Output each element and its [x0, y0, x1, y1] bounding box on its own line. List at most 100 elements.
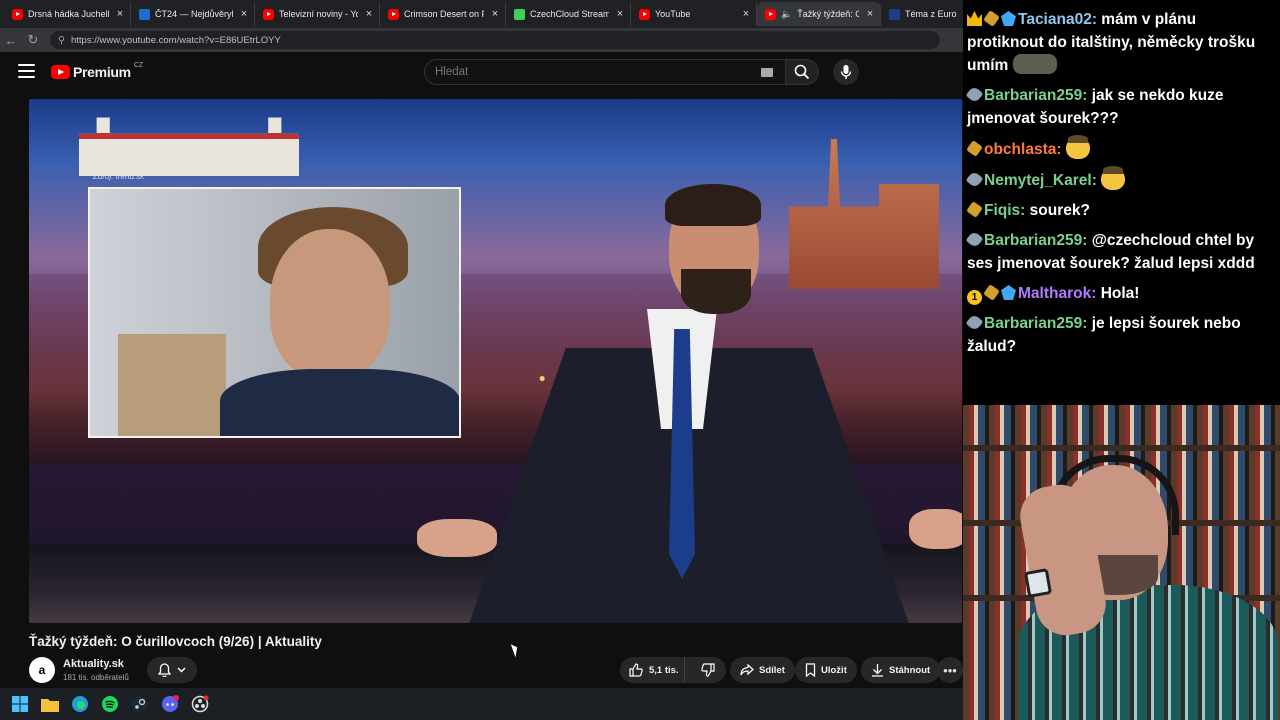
drill-badge-icon: [965, 85, 984, 104]
tab-label: Televizní noviny - YouTube: [279, 9, 358, 19]
search-button[interactable]: [785, 59, 819, 85]
youtube-icon: [639, 8, 650, 20]
chevron-down-icon: [177, 667, 186, 673]
youtube-icon: [388, 8, 399, 20]
chat-username[interactable]: Barbarian259: [984, 87, 1082, 104]
url-text: https://www.youtube.com/watch?v=E86UEtrL…: [70, 34, 281, 46]
subscriber-count: 181 tis. odběratelů: [63, 673, 129, 682]
presenter-beard: [681, 269, 751, 314]
reload-icon[interactable]: ↻: [22, 32, 44, 48]
close-icon[interactable]: ×: [114, 8, 126, 20]
notification-bell-button[interactable]: [147, 657, 197, 683]
keyboard-icon[interactable]: [761, 68, 773, 77]
streamer-webcam: [963, 405, 1280, 720]
like-count: 5,1 tis.: [649, 664, 679, 676]
chat-message: Nemytej_Karel:: [965, 166, 1276, 192]
youtube-icon: [765, 8, 776, 20]
voice-search-button[interactable]: [833, 59, 859, 85]
spotify-icon[interactable]: [98, 692, 122, 716]
site-info-icon[interactable]: ⚲: [58, 35, 65, 46]
channel-avatar[interactable]: a: [29, 657, 55, 683]
chat-username[interactable]: Barbarian259: [984, 315, 1082, 332]
share-button[interactable]: Sdílet: [730, 657, 795, 683]
chat-username[interactable]: obchlasta: [984, 141, 1056, 158]
save-button[interactable]: Uložit: [795, 657, 857, 683]
more-actions-button[interactable]: •••: [937, 657, 963, 683]
steam-icon[interactable]: [128, 692, 152, 716]
like-button[interactable]: 5,1 tis.: [620, 657, 685, 683]
stream-chat: Taciana02: mám v plánu protiknout do ita…: [963, 0, 1280, 405]
close-icon[interactable]: ×: [489, 8, 501, 20]
tab-label: YouTube: [655, 9, 691, 19]
browser-tab[interactable]: CzechCloud Stream - Wa ×: [506, 2, 631, 26]
chat-message: Barbarian259: je lepsi šourek nebo žalud…: [965, 312, 1276, 358]
close-icon[interactable]: ×: [363, 8, 375, 20]
salute-emoji-icon: [1101, 166, 1126, 190]
browser-window: Drsná hádka Juchelky se × ČT24 — Nejdůvěr…: [0, 0, 963, 688]
chat-colon: :: [1091, 11, 1102, 28]
country-code: CZ: [133, 61, 144, 69]
speaker-icon[interactable]: 🔈: [781, 9, 792, 20]
back-icon[interactable]: ←: [0, 33, 22, 48]
bits-badge-icon: [983, 284, 1000, 301]
download-button[interactable]: Stáhnout: [861, 657, 941, 683]
bits-badge-icon: [966, 140, 983, 157]
chat-username[interactable]: Nemytej_Karel: [984, 172, 1092, 189]
chat-username[interactable]: Taciana02: [1018, 11, 1092, 28]
download-label: Stáhnout: [889, 664, 931, 676]
chat-username[interactable]: Fiqis: [984, 202, 1020, 219]
channel-name[interactable]: Aktuality.sk: [63, 658, 124, 670]
chat-colon: :: [1091, 172, 1102, 189]
chat-username[interactable]: Barbarian259: [984, 232, 1082, 249]
browser-tab-active[interactable]: 🔈 Ťažký týždeň: O čuril ×: [757, 2, 881, 26]
drill-badge-icon: [965, 313, 984, 332]
browser-tab[interactable]: Drsná hádka Juchelky se ×: [4, 2, 131, 26]
logo-text: Premium: [73, 64, 131, 80]
video-player[interactable]: Zdroj: trend.sk: [29, 99, 962, 623]
browser-tab[interactable]: Televizní noviny - YouTube ×: [255, 2, 380, 26]
file-explorer-icon[interactable]: [38, 692, 62, 716]
obs-icon[interactable]: [188, 692, 212, 716]
hamburger-menu-icon[interactable]: [18, 64, 35, 78]
save-label: Uložit: [821, 664, 847, 676]
chat-colon: :: [1020, 202, 1030, 219]
chat-message: obchlasta:: [966, 135, 1276, 161]
chat-message: Taciana02: mám v plánu protiknout do ita…: [967, 8, 1276, 77]
discord-icon[interactable]: [158, 692, 182, 716]
drill-badge-icon: [965, 170, 984, 189]
tab-label: ČT24 — Nejdůvěryhodnější: [155, 9, 233, 19]
more-icon: •••: [943, 662, 957, 678]
thumbs-down-icon: [701, 663, 715, 677]
inset-background-wood: [118, 334, 226, 436]
share-icon: [740, 664, 754, 676]
search-input[interactable]: [435, 66, 755, 78]
edge-browser-icon[interactable]: [68, 692, 92, 716]
one-month-badge-icon: 1: [967, 290, 982, 305]
dislike-button[interactable]: [690, 657, 726, 683]
close-icon[interactable]: ×: [864, 8, 876, 20]
shelf-board: [963, 445, 1280, 451]
frog-emote-icon: [1012, 54, 1057, 74]
windows-taskbar: [0, 688, 963, 720]
chat-username[interactable]: Maltharok: [1018, 285, 1091, 302]
browser-tab[interactable]: ČT24 — Nejdůvěryhodnější ×: [131, 2, 255, 26]
video-source-caption: Zdroj: trend.sk: [93, 172, 145, 181]
close-icon[interactable]: ×: [238, 8, 250, 20]
chat-text: sourek?: [1029, 202, 1090, 219]
url-field[interactable]: ⚲ https://www.youtube.com/watch?v=E86UEt…: [50, 31, 940, 49]
like-dislike-group: 5,1 tis.: [620, 657, 726, 683]
salute-emoji-icon: [1065, 135, 1090, 159]
browser-tab[interactable]: Téma z Europarl: [881, 2, 961, 26]
browser-tab[interactable]: YouTube ×: [631, 2, 757, 26]
search-box[interactable]: [424, 59, 786, 85]
chat-colon: :: [1056, 141, 1066, 158]
close-icon[interactable]: ×: [740, 8, 752, 20]
tab-label: Ťažký týždeň: O čuril: [797, 9, 859, 19]
inset-shirt: [220, 369, 459, 436]
youtube-logo[interactable]: Premium CZ: [51, 61, 144, 80]
close-icon[interactable]: ×: [614, 8, 626, 20]
browser-tab[interactable]: Crimson Desert on PlayStation ×: [380, 2, 506, 26]
chat-text: Hola!: [1100, 285, 1140, 302]
windows-start-icon[interactable]: [8, 692, 32, 716]
chat-colon: :: [1082, 315, 1092, 332]
